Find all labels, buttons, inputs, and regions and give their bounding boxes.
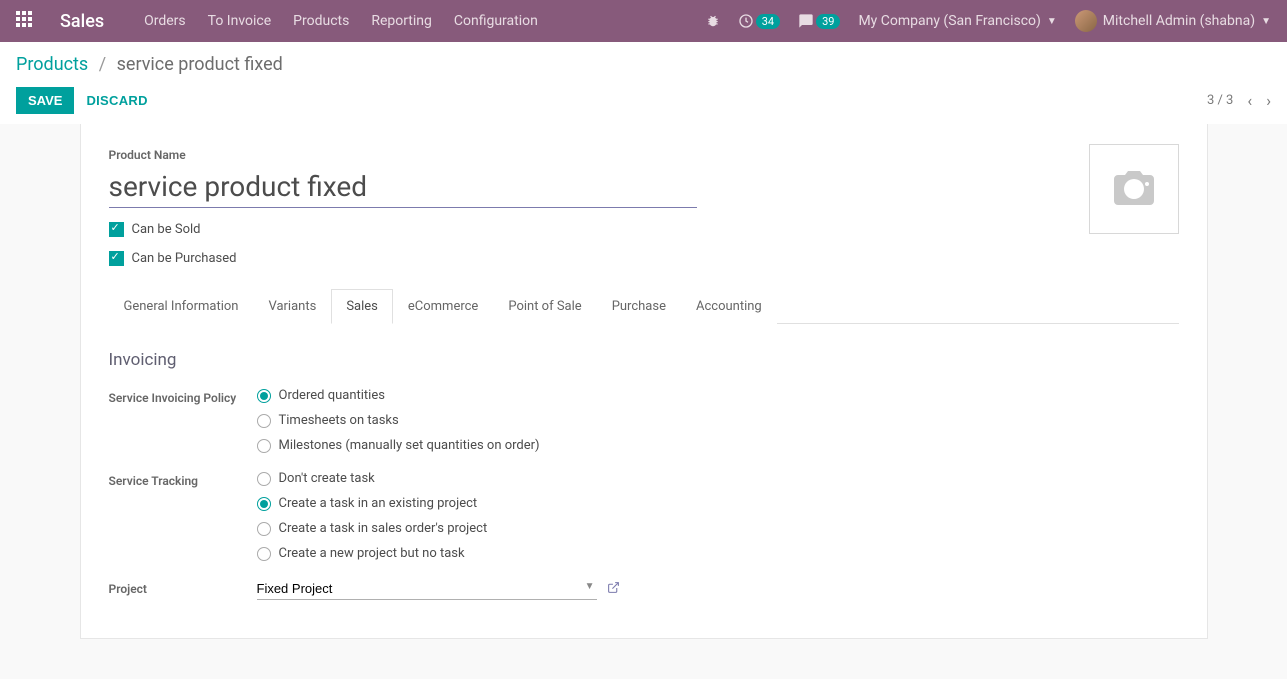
invoicing-policy-option-milestones[interactable]: Milestones (manually set quantities on o… [257,438,540,453]
radio-milestones[interactable] [257,439,271,453]
nav-link-products[interactable]: Products [293,13,349,29]
breadcrumb: Products / service product fixed [16,54,1271,75]
nav-right: 34 39 My Company (San Francisco) ▼ Mitch… [706,10,1271,32]
pager-next-icon[interactable]: › [1266,91,1271,110]
external-link-icon[interactable] [607,581,620,598]
bug-icon[interactable] [706,14,720,28]
service-tracking-option-so-project[interactable]: Create a task in sales order's project [257,521,488,536]
tab-general-information[interactable]: General Information [109,289,254,324]
activities-icon[interactable]: 34 [738,13,780,29]
section-invoicing-title: Invoicing [109,350,1179,370]
invoicing-policy-label: Service Invoicing Policy [109,388,257,407]
project-field: ▼ [257,579,620,600]
company-switcher[interactable]: My Company (San Francisco) ▼ [858,13,1056,29]
caret-down-icon: ▼ [1261,16,1271,27]
tab-sales[interactable]: Sales [331,289,393,324]
discard-button[interactable]: DISCARD [86,93,147,108]
product-image-upload[interactable] [1089,144,1179,234]
apps-icon[interactable] [16,11,36,31]
service-tracking-option-new-project[interactable]: Create a new project but no task [257,546,488,561]
tab-variants[interactable]: Variants [253,289,331,324]
user-name: Mitchell Admin (shabna) [1103,13,1255,29]
radio-so-project[interactable] [257,522,271,536]
pager-text: 3 / 3 [1207,93,1233,108]
radio-label: Don't create task [279,471,375,486]
invoicing-policy-option-timesheets[interactable]: Timesheets on tasks [257,413,540,428]
radio-label: Milestones (manually set quantities on o… [279,438,540,453]
nav-links: Orders To Invoice Products Reporting Con… [144,13,706,29]
pager: 3 / 3 ‹ › [1207,91,1271,110]
sheet-wrap: Product Name Can be Sold Can be Purchase… [0,124,1287,679]
app-title: Sales [60,11,104,32]
tab-content-sales: Invoicing Service Invoicing Policy Order… [109,324,1179,600]
company-name: My Company (San Francisco) [858,13,1040,29]
tabs: General Information Variants Sales eComm… [109,288,1179,324]
service-tracking-row: Service Tracking Don't create task Creat… [109,471,1179,561]
radio-label: Create a task in an existing project [279,496,478,511]
project-row: Project ▼ [109,579,1179,600]
invoicing-policy-group: Ordered quantities Timesheets on tasks M… [257,388,540,453]
product-name-input[interactable] [109,168,697,208]
radio-timesheets[interactable] [257,414,271,428]
radio-existing-project[interactable] [257,497,271,511]
can-be-sold-row: Can be Sold [109,222,1179,237]
save-button[interactable]: SAVE [16,87,74,114]
radio-ordered-quantities[interactable] [257,389,271,403]
product-name-label: Product Name [109,148,1179,162]
invoicing-policy-row: Service Invoicing Policy Ordered quantit… [109,388,1179,453]
messages-badge: 39 [816,14,840,29]
top-nav: Sales Orders To Invoice Products Reporti… [0,0,1287,42]
tab-point-of-sale[interactable]: Point of Sale [493,289,596,324]
pager-prev-icon[interactable]: ‹ [1247,91,1252,110]
service-tracking-option-none[interactable]: Don't create task [257,471,488,486]
breadcrumb-separator: / [99,54,106,75]
avatar [1075,10,1097,32]
activities-badge: 34 [756,14,780,29]
breadcrumb-current: service product fixed [117,54,283,75]
form-sheet: Product Name Can be Sold Can be Purchase… [80,124,1208,639]
can-be-sold-label: Can be Sold [132,222,201,237]
action-bar: SAVE DISCARD 3 / 3 ‹ › [0,75,1287,124]
nav-link-to-invoice[interactable]: To Invoice [208,13,272,29]
radio-label: Create a task in sales order's project [279,521,488,536]
service-tracking-option-existing-project[interactable]: Create a task in an existing project [257,496,488,511]
user-menu[interactable]: Mitchell Admin (shabna) ▼ [1075,10,1271,32]
messages-icon[interactable]: 39 [798,13,840,29]
project-input[interactable] [257,579,597,600]
nav-link-reporting[interactable]: Reporting [371,13,432,29]
breadcrumb-bar: Products / service product fixed [0,42,1287,75]
radio-no-task[interactable] [257,472,271,486]
tab-ecommerce[interactable]: eCommerce [393,289,493,324]
radio-label: Create a new project but no task [279,546,465,561]
tab-purchase[interactable]: Purchase [597,289,681,324]
nav-link-configuration[interactable]: Configuration [454,13,538,29]
invoicing-policy-option-ordered[interactable]: Ordered quantities [257,388,540,403]
can-be-purchased-label: Can be Purchased [132,251,237,266]
radio-label: Ordered quantities [279,388,385,403]
breadcrumb-parent[interactable]: Products [16,54,88,75]
caret-down-icon: ▼ [1047,16,1057,27]
nav-link-orders[interactable]: Orders [144,13,186,29]
service-tracking-group: Don't create task Create a task in an ex… [257,471,488,561]
project-label: Project [109,579,257,598]
can-be-purchased-checkbox[interactable] [109,251,124,266]
can-be-sold-checkbox[interactable] [109,222,124,237]
service-tracking-label: Service Tracking [109,471,257,490]
radio-label: Timesheets on tasks [279,413,399,428]
can-be-purchased-row: Can be Purchased [109,251,1179,266]
tab-accounting[interactable]: Accounting [681,289,777,324]
radio-new-project[interactable] [257,547,271,561]
